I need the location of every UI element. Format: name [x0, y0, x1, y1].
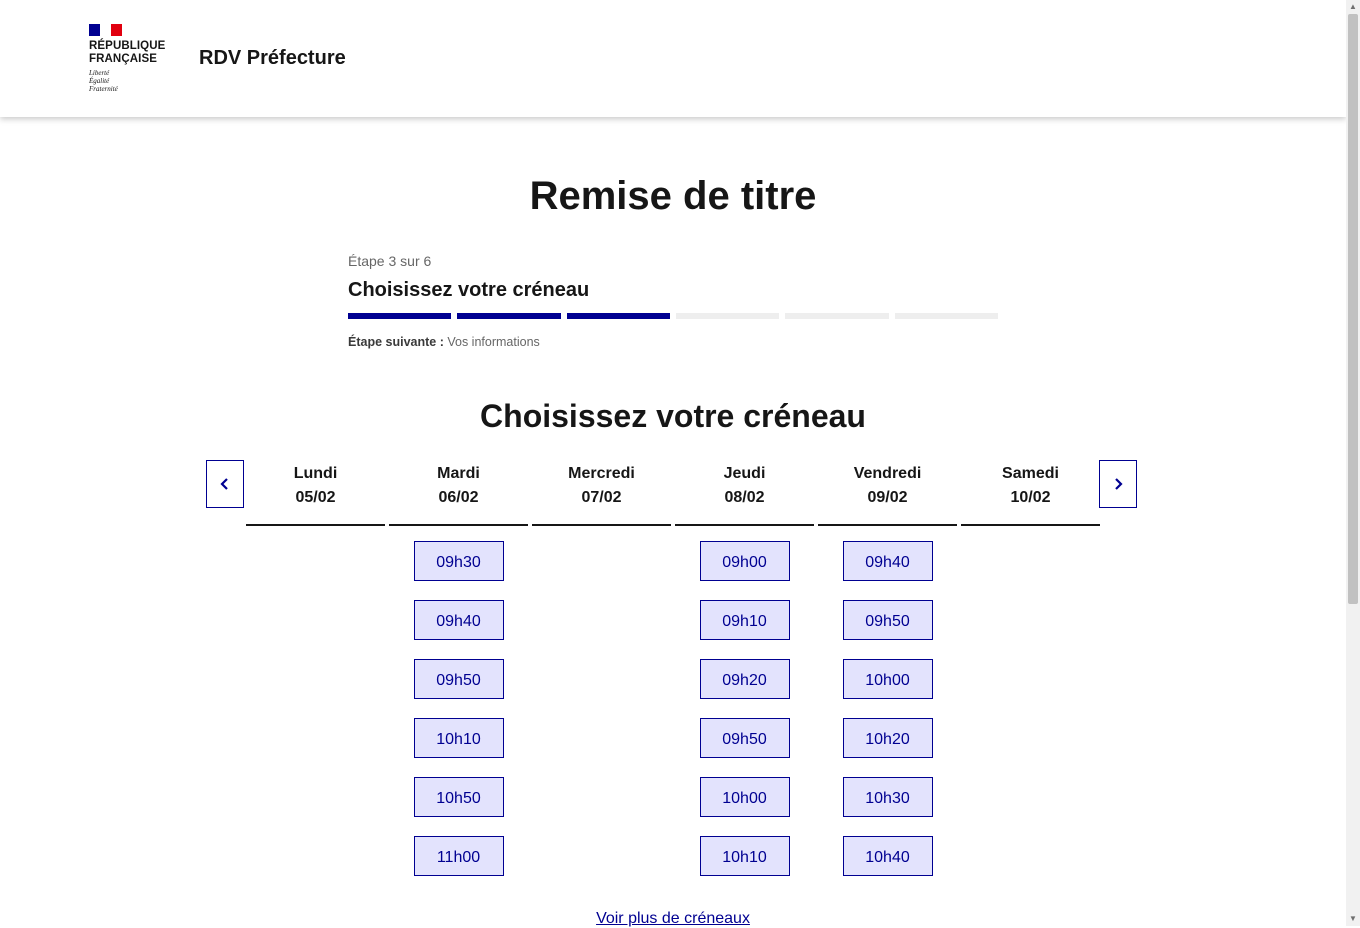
- day-name: Samedi: [1002, 465, 1059, 482]
- scrollbar-thumb[interactable]: [1348, 14, 1358, 604]
- time-slot-button[interactable]: 09h50: [413, 659, 504, 699]
- slot-list: 09h40 09h50 10h00 10h20 10h30 10h40: [818, 526, 957, 876]
- next-step-label: Étape suivante :: [348, 335, 444, 349]
- day-date: 05/02: [295, 489, 336, 506]
- motto-egalite: Égalité: [89, 77, 110, 85]
- day-name: Vendredi: [853, 465, 922, 482]
- time-slot-button[interactable]: 09h00: [699, 541, 790, 581]
- time-slot-button[interactable]: 09h10: [699, 600, 790, 640]
- day-header: Vendredi 09/02: [818, 460, 957, 526]
- slot-list: [246, 526, 385, 541]
- motto: Liberté Égalité Fraternité: [89, 69, 179, 93]
- step-bar: [785, 313, 889, 319]
- french-flag-icon: [89, 24, 122, 36]
- day-header: Jeudi 08/02: [675, 460, 814, 526]
- time-slot-button[interactable]: 11h00: [413, 836, 504, 876]
- time-slot-button[interactable]: 10h20: [842, 718, 933, 758]
- day-column: Jeudi 08/02 09h00 09h10 09h20 09h50 10h00 10h10: [675, 460, 814, 876]
- slot-list: 09h00 09h10 09h20 09h50 10h00 10h10: [675, 526, 814, 876]
- time-slot-button[interactable]: 09h30: [413, 541, 504, 581]
- step-count: Étape 3 sur 6: [348, 253, 432, 269]
- day-column: Vendredi 09/02 09h40 09h50 10h00 10h20 10h30 10…: [818, 460, 957, 876]
- step-bar: [348, 313, 452, 319]
- calendar-days: Lundi 05/02 Mardi 06/02 09h30 09h40 09h50 10h10…: [246, 460, 1100, 876]
- step-bar: [457, 313, 561, 319]
- day-name: Mercredi: [568, 465, 635, 482]
- service-name[interactable]: RDV Préfecture: [199, 47, 346, 70]
- day-date: 10/02: [1010, 489, 1051, 506]
- next-step: Étape suivante : Vos informations: [348, 335, 998, 349]
- day-column: Mardi 06/02 09h30 09h40 09h50 10h10 10h50 11h00: [389, 460, 528, 876]
- time-slot-button[interactable]: 09h20: [699, 659, 790, 699]
- time-slot-button[interactable]: 10h00: [699, 777, 790, 817]
- time-slot-button[interactable]: 10h00: [842, 659, 933, 699]
- day-name: Lundi: [293, 465, 338, 482]
- time-slot-button[interactable]: 10h30: [842, 777, 933, 817]
- stepper: Étape 3 sur 6 Choisissez votre créneau É…: [348, 253, 998, 349]
- day-header: Samedi 10/02: [961, 460, 1100, 526]
- day-column: Mercredi 07/02: [532, 460, 671, 876]
- republique-line-2: FRANÇAISE: [89, 53, 157, 65]
- motto-fraternite: Fraternité: [89, 85, 118, 93]
- chevron-right-icon: [1115, 478, 1123, 490]
- vertical-scrollbar[interactable]: ▲ ▼: [1346, 0, 1360, 926]
- motto-liberte: Liberté: [89, 69, 110, 77]
- time-slot-button[interactable]: 10h50: [413, 777, 504, 817]
- time-slot-button[interactable]: 09h40: [413, 600, 504, 640]
- site-header: RÉPUBLIQUE FRANÇAISE Liberté Égalité Fra…: [0, 0, 1346, 117]
- slot-list: 09h30 09h40 09h50 10h10 10h50 11h00: [389, 526, 528, 876]
- step-bar: [566, 313, 670, 319]
- republique-francaise-logo[interactable]: RÉPUBLIQUE FRANÇAISE Liberté Égalité Fra…: [89, 24, 179, 93]
- scroll-down-arrow-icon[interactable]: ▼: [1346, 912, 1360, 926]
- day-header: Lundi 05/02: [246, 460, 385, 526]
- day-date: 09/02: [867, 489, 908, 506]
- slot-list: [961, 526, 1100, 541]
- time-slot-button[interactable]: 09h50: [699, 718, 790, 758]
- step-progress-bars: [348, 313, 998, 319]
- chevron-left-icon: [220, 478, 228, 490]
- step-bar: [894, 313, 998, 319]
- step-bar: [675, 313, 780, 319]
- time-slot-button[interactable]: 10h10: [699, 836, 790, 876]
- day-column: Lundi 05/02: [246, 460, 385, 876]
- slot-list: [532, 526, 671, 541]
- next-week-button[interactable]: [1099, 460, 1137, 508]
- time-slot-button[interactable]: 10h40: [842, 836, 933, 876]
- time-slot-button[interactable]: 10h10: [413, 718, 504, 758]
- republique-line-1: RÉPUBLIQUE: [89, 40, 166, 52]
- day-header: Mercredi 07/02: [532, 460, 671, 526]
- step-title: Choisissez votre créneau: [348, 279, 590, 301]
- page-title: Remise de titre: [529, 174, 817, 218]
- next-step-value: Vos informations: [447, 335, 540, 349]
- republique-label: RÉPUBLIQUE FRANÇAISE: [89, 40, 179, 66]
- calendar-title: Choisissez votre créneau: [480, 398, 866, 434]
- day-column: Samedi 10/02: [961, 460, 1100, 876]
- day-name: Mardi: [437, 465, 480, 482]
- day-header: Mardi 06/02: [389, 460, 528, 526]
- more-slots-link[interactable]: Voir plus de créneaux: [0, 910, 1346, 928]
- day-date: 08/02: [724, 489, 765, 506]
- previous-week-button[interactable]: [206, 460, 244, 508]
- scroll-up-arrow-icon[interactable]: ▲: [1346, 0, 1360, 14]
- day-date: 06/02: [438, 489, 479, 506]
- day-date: 07/02: [581, 489, 622, 506]
- time-slot-button[interactable]: 09h40: [842, 541, 933, 581]
- day-name: Jeudi: [723, 465, 766, 482]
- time-slot-button[interactable]: 09h50: [842, 600, 933, 640]
